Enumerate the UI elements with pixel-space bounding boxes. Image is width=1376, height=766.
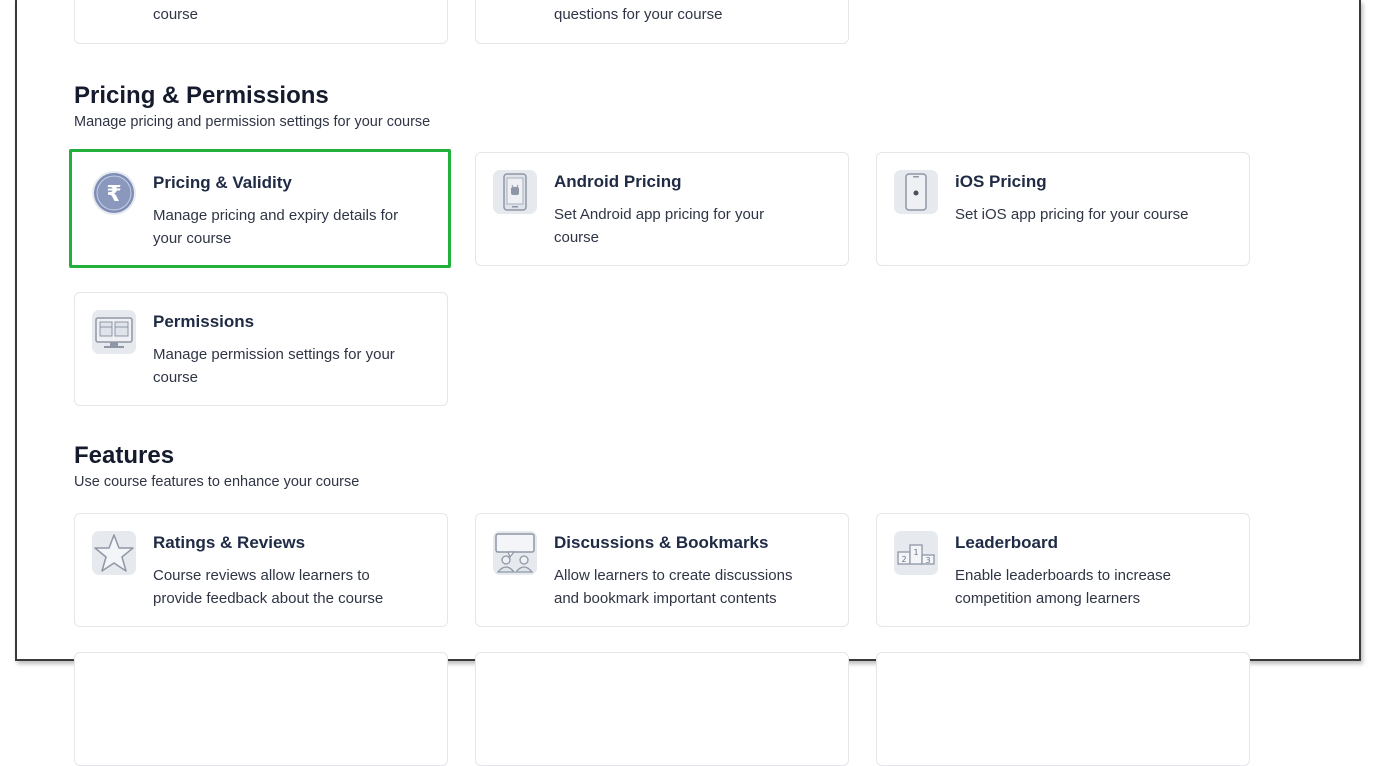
ios-pricing-title: iOS Pricing bbox=[955, 172, 1047, 191]
pricing-section-title: Pricing & Permissions bbox=[74, 82, 329, 109]
bottom-card-1[interactable] bbox=[74, 652, 448, 766]
discussions-bookmarks-desc: Allow learners to create discussions and… bbox=[554, 567, 793, 607]
leaderboard-title: Leaderboard bbox=[955, 533, 1058, 552]
pricing-validity-title: Pricing & Validity bbox=[153, 173, 292, 192]
ios-pricing-desc: Set iOS app pricing for your course bbox=[955, 206, 1189, 223]
ios-pricing-card[interactable]: iOS Pricing Set iOS app pricing for your… bbox=[876, 152, 1250, 266]
permissions-desc: Manage permission settings for your cour… bbox=[153, 346, 395, 386]
pricing-section-subtitle: Manage pricing and permission settings f… bbox=[74, 114, 431, 130]
permissions-card[interactable]: Permissions Manage permission settings f… bbox=[74, 292, 448, 406]
top-card-2[interactable]: questions for your course bbox=[475, 0, 849, 44]
features-section-subtitle: Use course features to enhance your cour… bbox=[74, 474, 360, 490]
podium-icon: 2 1 3 bbox=[894, 531, 938, 575]
leaderboard-desc: Enable leaderboards to increase competit… bbox=[955, 567, 1171, 607]
rupee-icon: ₹ bbox=[92, 171, 136, 215]
discussions-bookmarks-card[interactable]: Discussions & Bookmarks Allow learners t… bbox=[475, 513, 849, 627]
svg-text:3: 3 bbox=[925, 556, 930, 565]
features-section-title: Features bbox=[74, 442, 175, 469]
android-pricing-title: Android Pricing bbox=[554, 172, 682, 191]
iphone-icon bbox=[894, 170, 938, 214]
ratings-reviews-title: Ratings & Reviews bbox=[153, 533, 306, 552]
svg-text:1: 1 bbox=[913, 548, 918, 557]
monitor-icon bbox=[92, 310, 136, 354]
android-pricing-card[interactable]: Android Pricing Set Android app pricing … bbox=[475, 152, 849, 266]
top-card-1-desc: course bbox=[153, 6, 199, 23]
top-card-1[interactable]: course bbox=[74, 0, 448, 44]
bottom-card-3[interactable] bbox=[876, 652, 1250, 766]
top-card-2-desc: questions for your course bbox=[554, 6, 723, 23]
pricing-validity-desc: Manage pricing and expiry details for yo… bbox=[153, 207, 399, 247]
android-pricing-desc: Set Android app pricing for your course bbox=[554, 206, 765, 246]
discussions-bookmarks-title: Discussions & Bookmarks bbox=[554, 533, 769, 552]
ratings-reviews-card[interactable]: Ratings & Reviews Course reviews allow l… bbox=[74, 513, 448, 627]
pricing-validity-card[interactable]: ₹ Pricing & Validity Manage pricing and … bbox=[69, 149, 451, 268]
ratings-reviews-desc: Course reviews allow learners to provide… bbox=[153, 567, 384, 607]
discussion-icon bbox=[493, 531, 537, 575]
svg-text:2: 2 bbox=[901, 555, 906, 564]
leaderboard-card[interactable]: 2 1 3 Leaderboard Enable leaderboards to… bbox=[876, 513, 1250, 627]
star-icon bbox=[92, 531, 136, 575]
android-phone-icon bbox=[493, 170, 537, 214]
permissions-title: Permissions bbox=[153, 312, 255, 331]
bottom-card-2[interactable] bbox=[475, 652, 849, 766]
svg-text:₹: ₹ bbox=[106, 182, 121, 207]
